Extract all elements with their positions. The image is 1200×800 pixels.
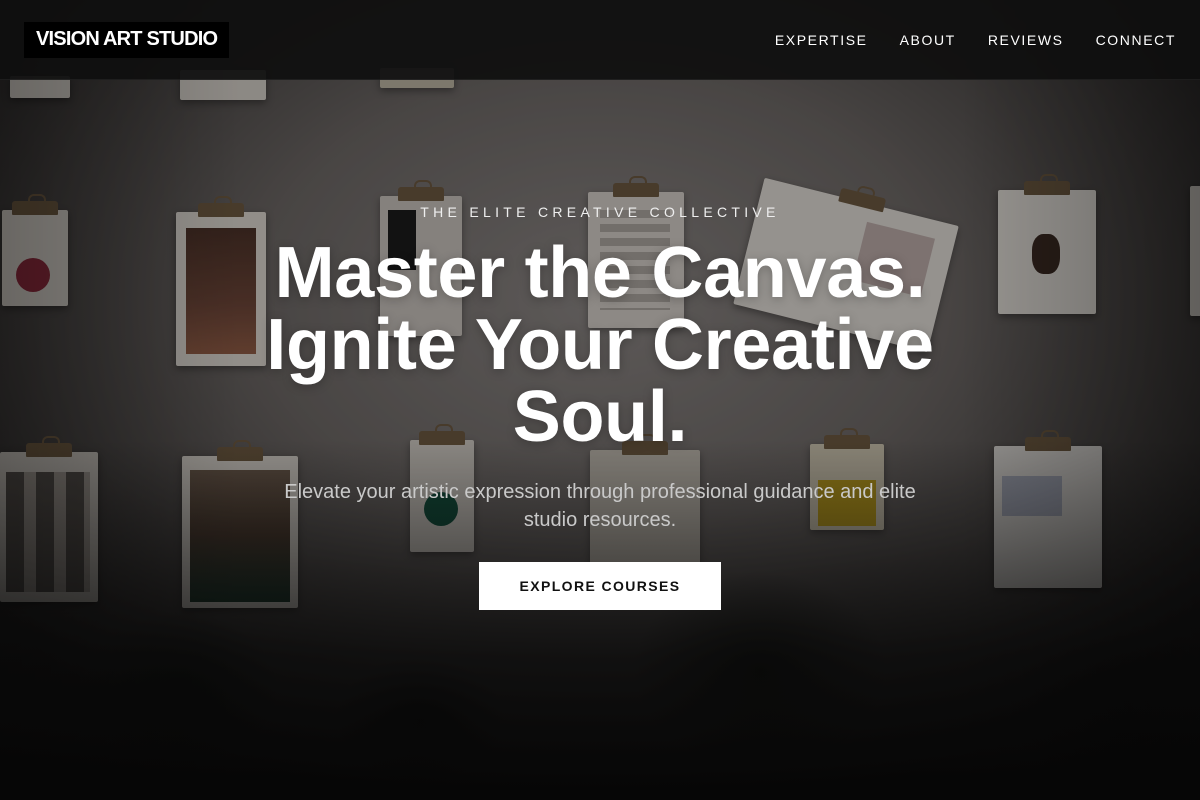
hero-eyebrow: THE ELITE CREATIVE COLLECTIVE [420,204,780,220]
nav-link-expertise[interactable]: EXPERTISE [775,32,868,48]
nav-link-connect[interactable]: CONNECT [1096,32,1176,48]
hero-headline-line-1: Master the Canvas. [274,233,926,313]
site-logo[interactable]: VISION ART STUDIO [24,21,230,58]
main-nav: EXPERTISE ABOUT REVIEWS CONNECT [775,32,1176,48]
hero-headline-line-3: Soul. [512,377,688,457]
nav-link-about[interactable]: ABOUT [900,32,956,48]
hero-subtext: Elevate your artistic expression through… [284,481,916,531]
explore-courses-button[interactable]: EXPLORE COURSES [479,562,721,610]
hero-headline-line-2: Ignite Your Creative [266,305,934,385]
nav-link-reviews[interactable]: REVIEWS [988,32,1064,48]
top-navbar: VISION ART STUDIO EXPERTISE ABOUT REVIEW… [0,0,1200,80]
hero-headline: Master the Canvas. Ignite Your Creative … [200,237,1000,453]
